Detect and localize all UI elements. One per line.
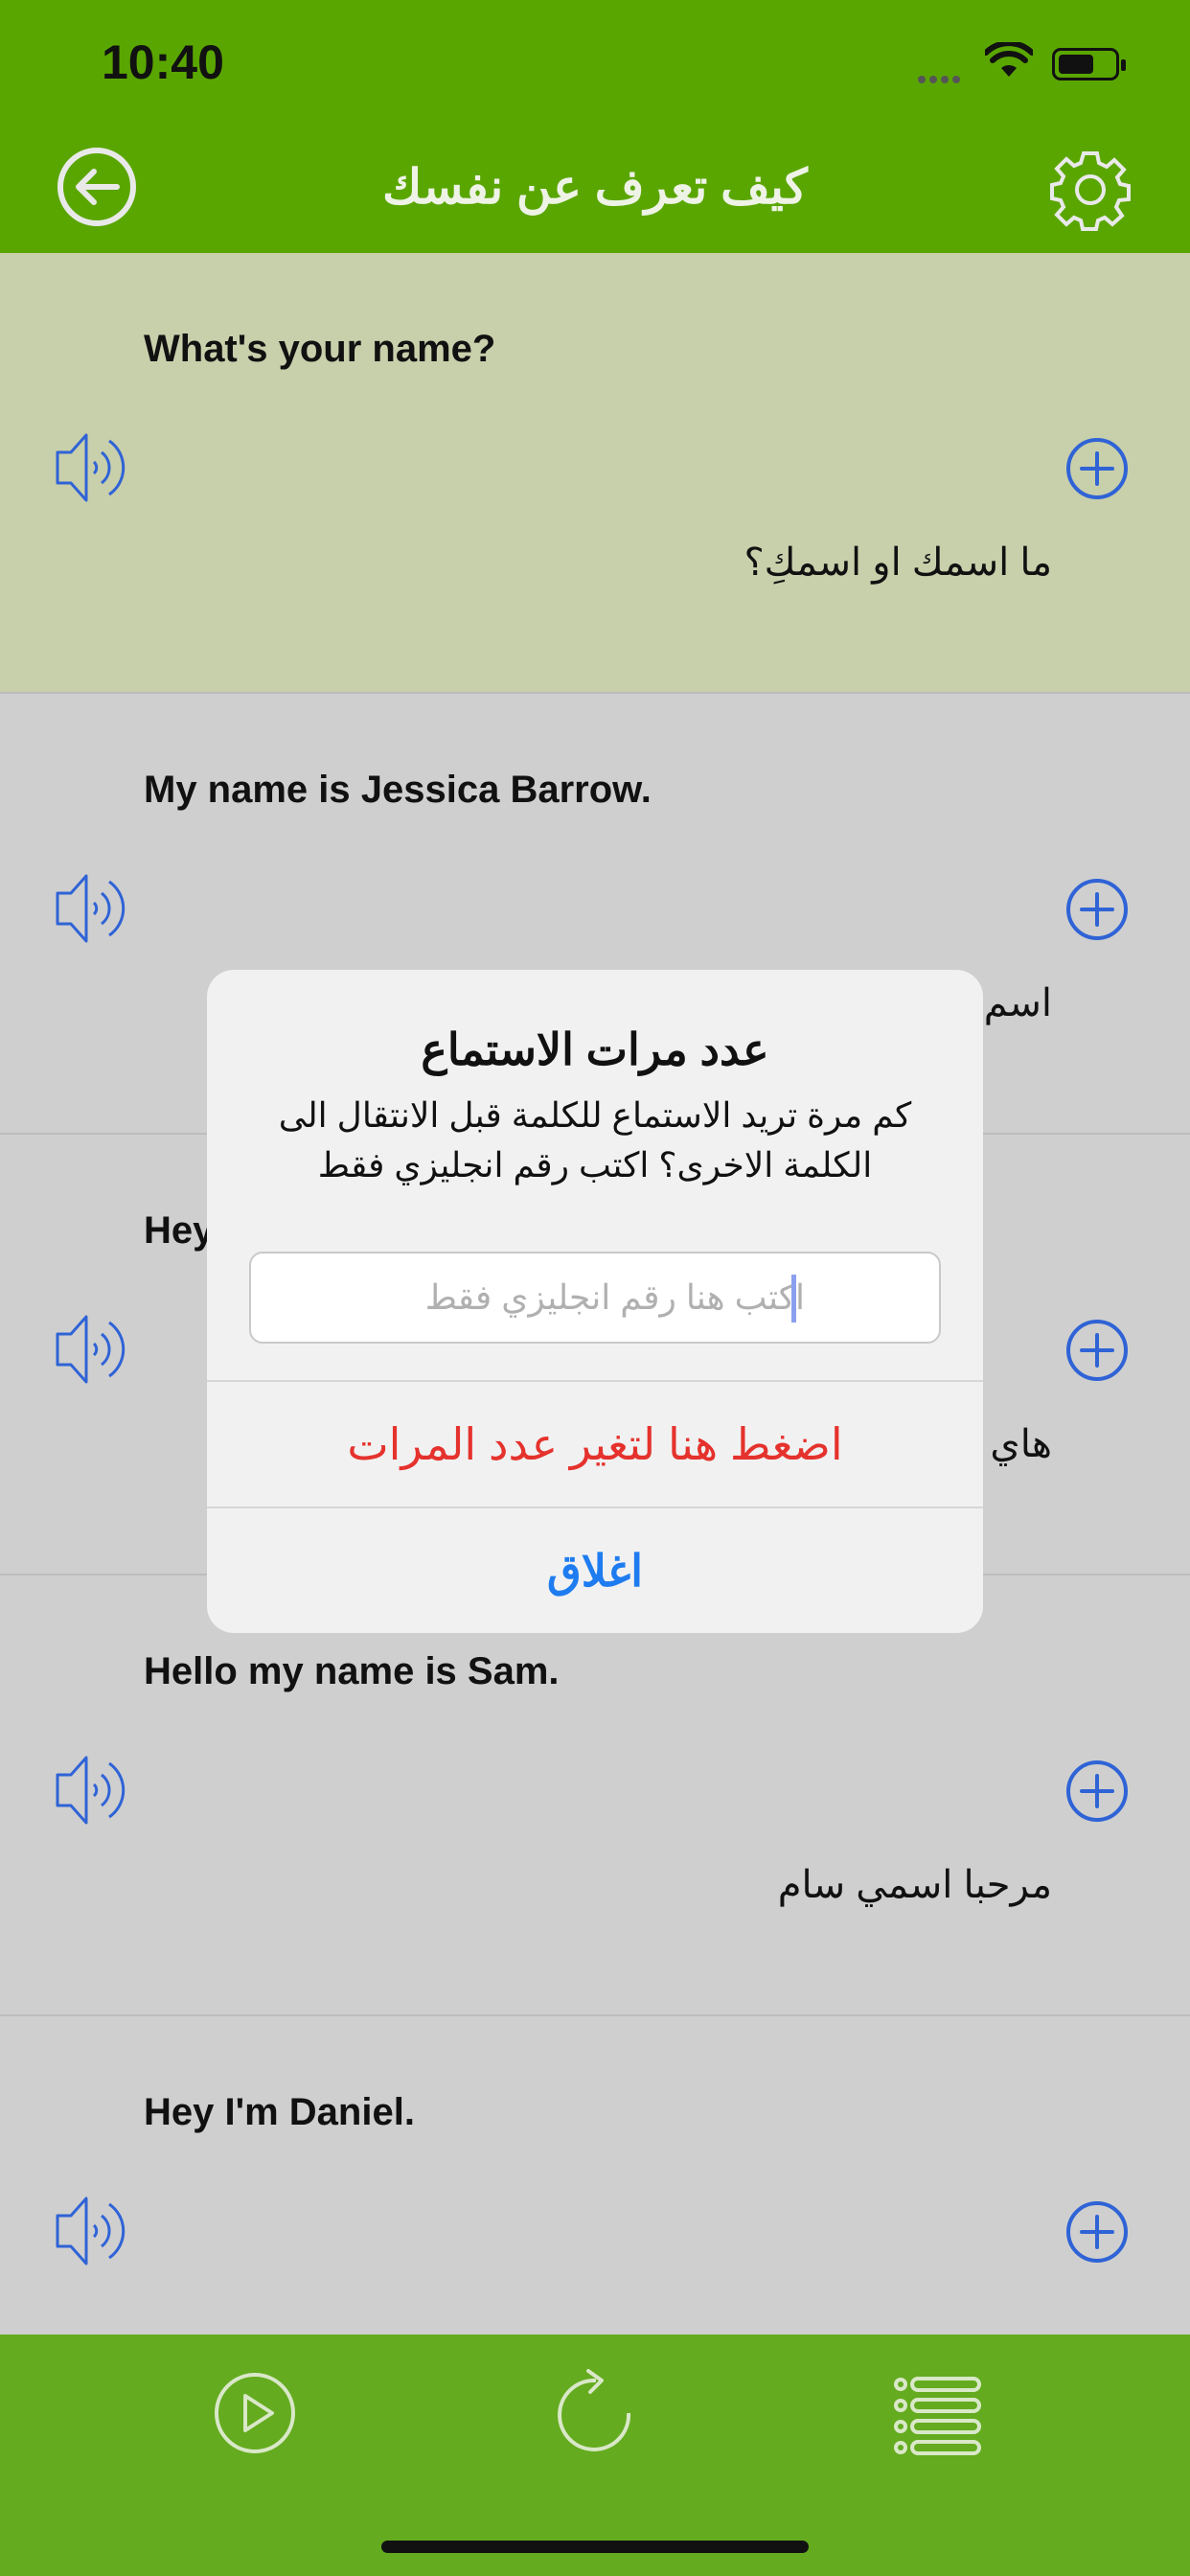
play-circle-icon[interactable] bbox=[211, 2369, 299, 2457]
speaker-icon[interactable] bbox=[54, 2187, 142, 2275]
page-title: كيف تعرف عن نفسك bbox=[382, 160, 808, 214]
speaker-icon[interactable] bbox=[54, 1305, 142, 1393]
listen-count-dialog: عدد مرات الاستماع كم مرة تريد الاستماع ل… bbox=[207, 970, 983, 1633]
speaker-icon[interactable] bbox=[54, 1746, 142, 1834]
home-indicator bbox=[381, 2541, 809, 2553]
list-item[interactable]: What's your name? ما اسمك او اسمكِ؟ bbox=[0, 253, 1190, 694]
phrase-arabic: هاي bbox=[990, 1423, 1052, 1465]
list-item[interactable]: Hey I'm Daniel. bbox=[0, 2016, 1190, 2334]
listen-count-input[interactable] bbox=[249, 1252, 941, 1344]
speaker-icon[interactable] bbox=[54, 424, 142, 512]
plus-circle-icon[interactable] bbox=[1065, 437, 1129, 500]
close-button[interactable]: اغلاق bbox=[207, 1508, 983, 1633]
plus-circle-icon[interactable] bbox=[1065, 1760, 1129, 1823]
gear-icon[interactable] bbox=[1048, 148, 1133, 232]
phrase-english: Hey bbox=[144, 1209, 215, 1252]
signal-icon bbox=[918, 71, 972, 83]
battery-icon bbox=[1052, 48, 1126, 80]
dialog-message: كم مرة تريد الاستماع للكلمة قبل الانتقال… bbox=[278, 1095, 912, 1184]
list-icon[interactable] bbox=[889, 2369, 985, 2457]
wifi-icon bbox=[985, 42, 1033, 77]
text-caret bbox=[791, 1275, 796, 1322]
phrase-arabic: اسم bbox=[983, 982, 1052, 1024]
phrase-english: What's your name? bbox=[144, 328, 496, 370]
status-bar: 10:40 bbox=[0, 0, 1190, 126]
phrase-arabic: مرحبا اسمي سام bbox=[777, 1864, 1052, 1906]
phrase-arabic: ما اسمك او اسمكِ؟ bbox=[744, 541, 1052, 584]
plus-circle-icon[interactable] bbox=[1065, 1319, 1129, 1382]
phrase-english: My name is Jessica Barrow. bbox=[144, 769, 652, 811]
dialog-title: عدد مرات الاستماع bbox=[421, 1024, 769, 1074]
plus-circle-icon[interactable] bbox=[1065, 2200, 1129, 2264]
repeat-icon[interactable] bbox=[550, 2369, 638, 2457]
nav-bar: كيف تعرف عن نفسك bbox=[0, 126, 1190, 253]
plus-circle-icon[interactable] bbox=[1065, 878, 1129, 941]
status-time: 10:40 bbox=[102, 35, 224, 89]
speaker-icon[interactable] bbox=[54, 864, 142, 953]
phrase-english: Hey I'm Daniel. bbox=[144, 2091, 415, 2133]
confirm-change-button[interactable]: اضغط هنا لتغير عدد المرات bbox=[207, 1382, 983, 1506]
list-item[interactable]: Hello my name is Sam. مرحبا اسمي سام bbox=[0, 1576, 1190, 2016]
phrase-english: Hello my name is Sam. bbox=[144, 1650, 560, 1692]
